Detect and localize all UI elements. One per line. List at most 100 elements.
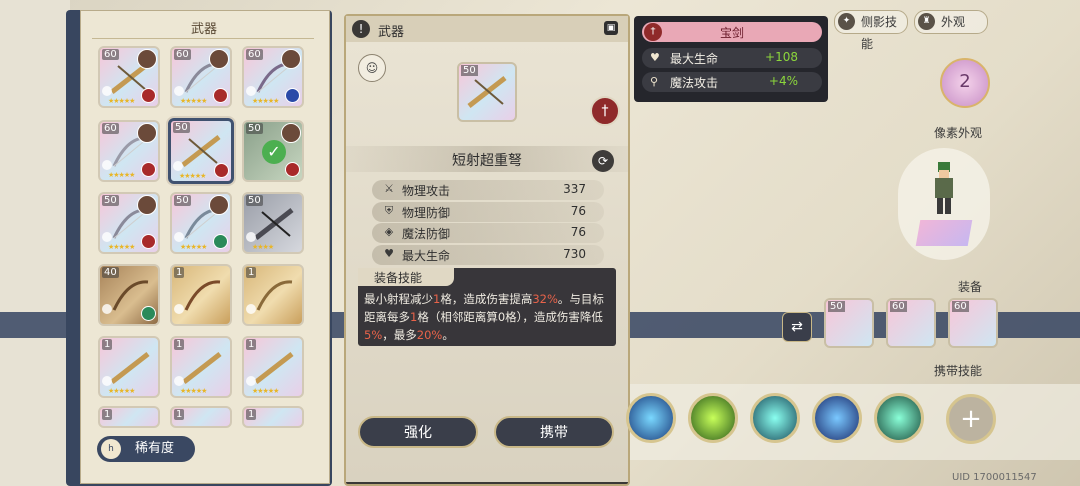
affinity-heart-icon[interactable]: 2 xyxy=(940,58,990,108)
rarity-stars: ★★★★★ xyxy=(108,97,135,105)
lock-icon xyxy=(173,161,183,171)
weapon-slot[interactable]: 1 xyxy=(170,264,232,326)
bow-icon xyxy=(184,280,221,311)
slot-level: 1 xyxy=(246,409,257,420)
tab-label: 侧影技能 xyxy=(861,15,898,51)
weapon-name: 短射超重弩 xyxy=(452,153,522,169)
rarity-stars: ★★★★★ xyxy=(252,387,279,395)
rarity-sort-button[interactable]: h 稀有度 xyxy=(97,436,195,462)
stat-row: ♥ 最大生命 730 xyxy=(372,245,604,265)
pedestal xyxy=(915,220,973,246)
stat-label: 最大生命 xyxy=(402,249,451,263)
stat-value: 76 xyxy=(570,225,586,239)
lock-icon xyxy=(246,376,256,386)
weapon-slot[interactable]: 1 xyxy=(170,406,232,428)
weapon-slot[interactable]: 60 ★★★★★ xyxy=(242,46,304,108)
shadow-skill-icon: ✦ xyxy=(838,13,855,30)
sword-badge-icon xyxy=(141,162,156,177)
rarity-sort-label: 稀有度 xyxy=(135,441,175,456)
sword-badge-icon xyxy=(214,163,229,178)
lock-icon xyxy=(174,86,184,96)
weapon-slot[interactable]: 60 ★★★★★ xyxy=(98,46,160,108)
lock-icon xyxy=(102,232,112,242)
weapon-slot[interactable]: 50 ★★★★★ xyxy=(98,192,160,254)
uid-label: UID 1700011547 xyxy=(952,472,1037,483)
tab-appearance[interactable]: ♜ 外观 xyxy=(914,10,988,34)
skill-slot[interactable] xyxy=(626,393,676,443)
enhance-button[interactable]: 强化 xyxy=(358,416,478,448)
sword-badge-icon xyxy=(285,162,300,177)
equipped-weapon-slot[interactable]: 50 xyxy=(824,298,874,348)
lock-icon xyxy=(102,304,112,314)
crossbow-icon xyxy=(110,352,150,384)
detail-header: ! 武器 ▣ xyxy=(346,16,628,42)
tooltip-row: ⚲ 魔法攻击 +4% xyxy=(642,72,822,92)
character-avatar-icon xyxy=(137,195,157,215)
stat-row: ⛨ 物理防御 76 xyxy=(372,202,604,222)
rarity-stars: ★★★★ xyxy=(252,243,274,251)
rarity-stars: ★★★★★ xyxy=(180,387,207,395)
skill-slot[interactable] xyxy=(874,393,924,443)
magic-badge-icon xyxy=(285,88,300,103)
stat-label: 物理防御 xyxy=(402,206,451,220)
sword-badge-icon xyxy=(141,88,156,103)
weapon-slot[interactable]: 60 ★★★★★ xyxy=(170,46,232,108)
weapon-slot[interactable]: 50 ✓ xyxy=(242,120,304,182)
swap-icon[interactable]: ⇄ xyxy=(782,312,812,342)
skill-title: 装备技能 xyxy=(374,271,423,285)
wand-icon: ⚲ xyxy=(650,75,659,88)
equipped-check-icon: ✓ xyxy=(262,140,286,164)
tab-shadow-skill[interactable]: ✦ 侧影技能 xyxy=(834,10,908,51)
slot-level: 60 xyxy=(952,301,969,312)
crossbow-icon xyxy=(254,352,294,384)
skill-slot[interactable] xyxy=(750,393,800,443)
weapon-slot[interactable]: 50 ★★★★★ xyxy=(170,192,232,254)
refresh-icon[interactable]: ⟳ xyxy=(592,150,614,172)
rarity-stars: ★★★★★ xyxy=(108,243,135,251)
weapon-slot[interactable]: 1 xyxy=(98,406,160,428)
rarity-stars: ★★★★★ xyxy=(180,97,207,105)
equipped-armor-slot[interactable]: 60 xyxy=(886,298,936,348)
lock-icon xyxy=(174,304,184,314)
stat-value: 730 xyxy=(563,247,586,261)
weapon-slot[interactable]: 1 xyxy=(242,264,304,326)
lock-icon xyxy=(174,376,184,386)
rarity-stars: ★★★★★ xyxy=(252,97,279,105)
tooltip-row-value: +4% xyxy=(768,74,798,88)
character-avatar-icon xyxy=(209,195,229,215)
tooltip-row-value: +108 xyxy=(765,50,798,64)
weapon-slot[interactable]: 1 ★★★★★ xyxy=(170,336,232,398)
lock-icon xyxy=(246,232,256,242)
skill-slot[interactable] xyxy=(688,393,738,443)
skill-slot[interactable] xyxy=(812,393,862,443)
lock-icon xyxy=(246,304,256,314)
alert-icon: ! xyxy=(352,20,370,38)
character-avatar-icon xyxy=(137,123,157,143)
slot-level: 50 xyxy=(828,301,845,312)
rarity-stars: ★★★★★ xyxy=(179,172,206,180)
equipped-accessory-slot[interactable]: 60 xyxy=(948,298,998,348)
inventory-title: 武器 xyxy=(190,22,217,37)
crossbow-icon xyxy=(182,352,222,384)
add-skill-button[interactable]: + xyxy=(946,394,996,444)
stat-row: ⚔ 物理攻击 337 xyxy=(372,180,604,200)
character-select-icon[interactable]: ☺ xyxy=(358,54,386,82)
pixel-appearance-label: 像素外观 xyxy=(934,126,983,140)
stat-value: 337 xyxy=(563,182,586,196)
crossbow-icon xyxy=(467,76,507,108)
weapon-slot[interactable]: 1 ★★★★★ xyxy=(242,336,304,398)
weapon-slot[interactable]: 60 ★★★★★ xyxy=(98,120,160,182)
crossbow-icon xyxy=(254,208,294,240)
weapon-slot[interactable]: 1 ★★★★★ xyxy=(98,336,160,398)
sword-type-icon[interactable]: † xyxy=(590,96,620,126)
weapon-slot[interactable]: 50 ★★★★ xyxy=(242,192,304,254)
weapon-slot[interactable]: 1 xyxy=(242,406,304,428)
character-avatar-icon xyxy=(209,49,229,69)
equip-button[interactable]: 携带 xyxy=(494,416,614,448)
stat-row: ◈ 魔法防御 76 xyxy=(372,223,604,243)
character-avatar-icon xyxy=(137,49,157,69)
weapon-slot[interactable]: 40 xyxy=(98,264,160,326)
lock-toggle-icon[interactable]: ▣ xyxy=(604,21,618,35)
weapon-slot-selected[interactable]: 50 ★★★★★ xyxy=(168,118,234,184)
carried-skills-label: 携带技能 xyxy=(934,364,983,378)
